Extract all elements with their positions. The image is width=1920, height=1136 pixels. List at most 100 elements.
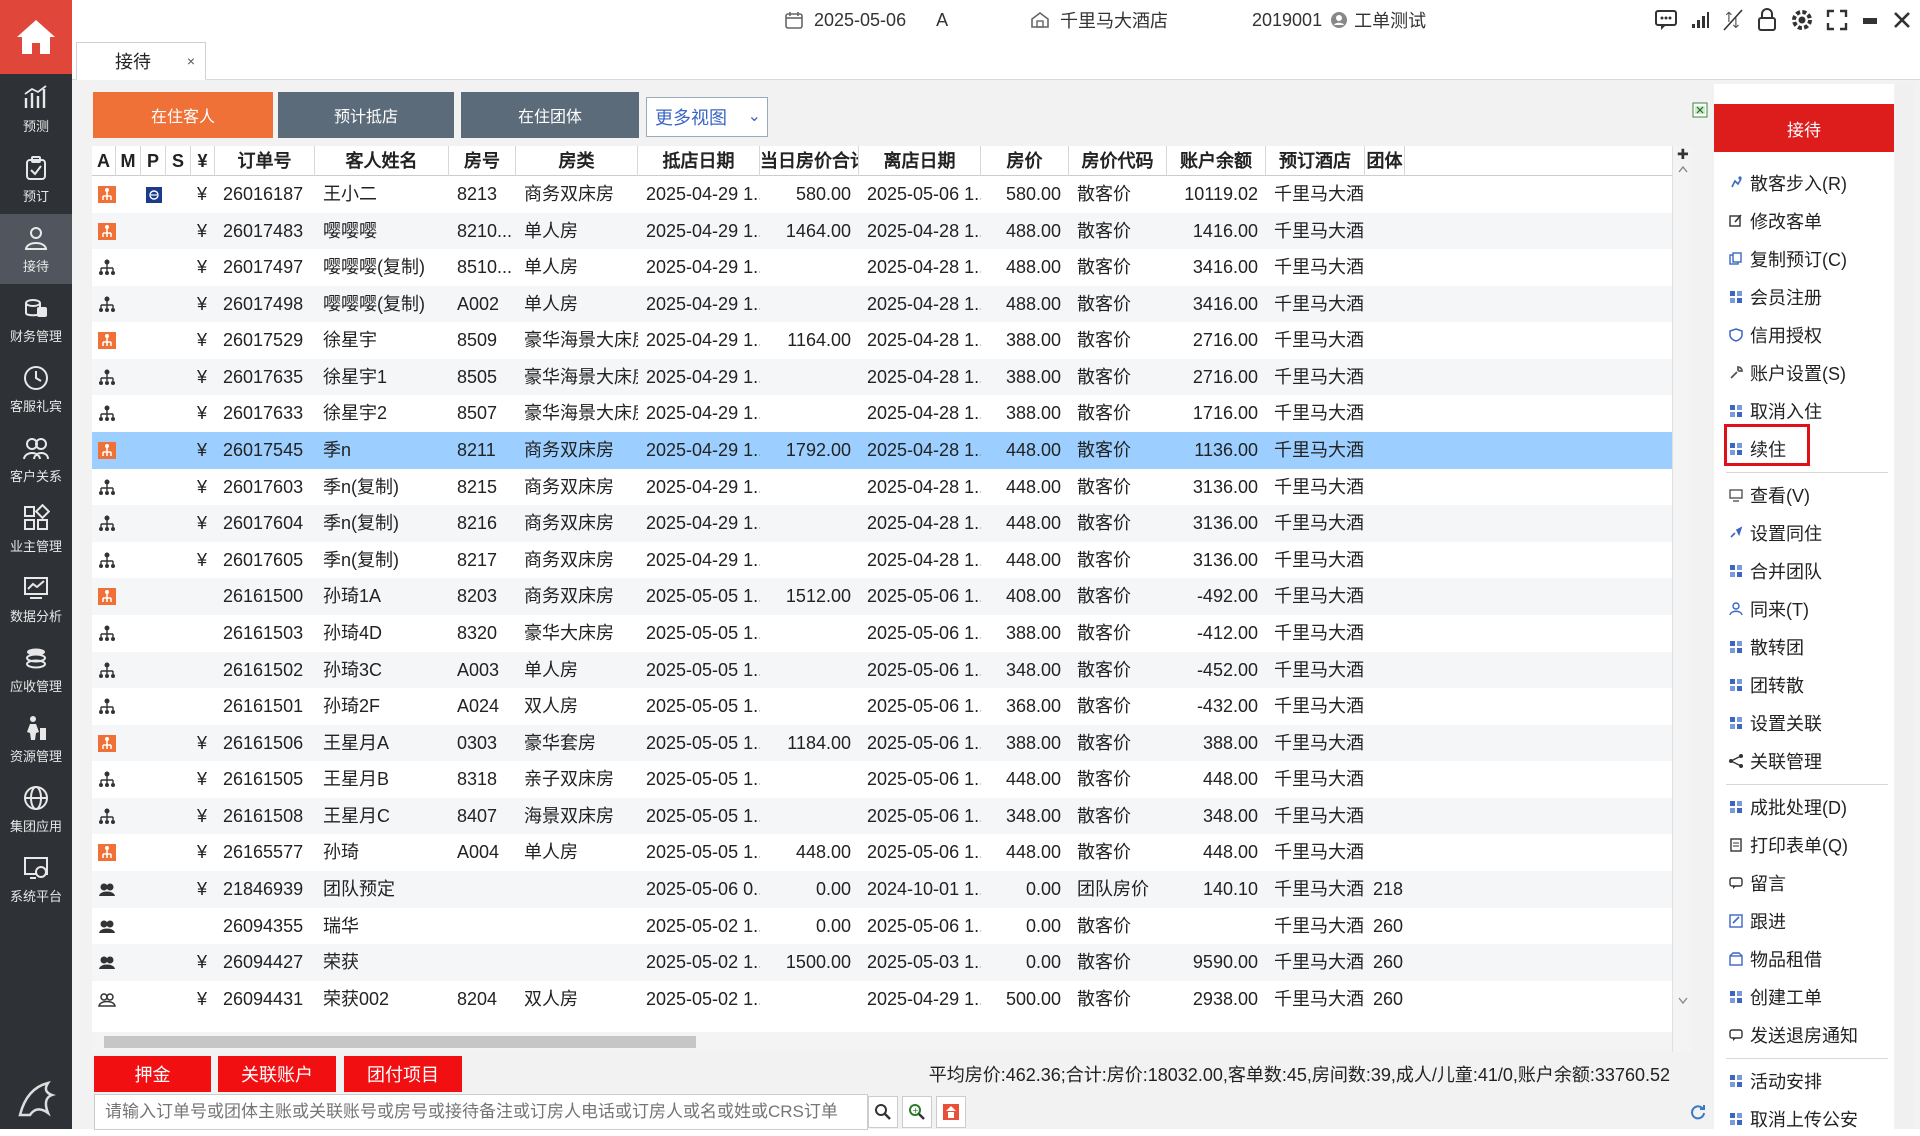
menu-item-15[interactable]: 设置关联 bbox=[1728, 706, 1822, 740]
user-info[interactable]: 2019001 工单测试 bbox=[1252, 0, 1426, 40]
table-row[interactable]: ¥26017483嘤嘤嘤8210...单人房2025-04-29 1...146… bbox=[92, 213, 1672, 250]
table-row[interactable]: ¥26017545季n8211商务双床房2025-04-29 1...1792.… bbox=[92, 432, 1672, 469]
menu-item-22[interactable]: 创建工单 bbox=[1728, 980, 1822, 1014]
menu-item-14[interactable]: 团转散 bbox=[1728, 668, 1804, 702]
table-row[interactable]: 26094355瑞华2025-05-02 1...0.002025-05-06 … bbox=[92, 908, 1672, 945]
table-row[interactable]: ¥26017604季n(复制)8216商务双床房2025-04-29 1...2… bbox=[92, 505, 1672, 542]
table-row[interactable]: ¥26017605季n(复制)8217商务双床房2025-04-29 1...2… bbox=[92, 542, 1672, 579]
menu-item-1[interactable]: 散客步入(R) bbox=[1728, 166, 1847, 200]
tab-close-icon[interactable]: × bbox=[187, 53, 195, 69]
column-header[interactable]: M bbox=[116, 146, 141, 176]
sidebar-item-forecast[interactable]: 预测 bbox=[0, 74, 72, 144]
more-views-select[interactable]: 更多视图 ⌄ bbox=[646, 97, 768, 137]
column-header[interactable]: A bbox=[92, 146, 116, 176]
table-row[interactable]: ¥26016187王小二8213商务双床房2025-04-29 1...580.… bbox=[92, 176, 1672, 213]
hotel-name[interactable]: 千里马大酒店 bbox=[1030, 0, 1168, 40]
table-row[interactable]: 26161500孙琦1A8203商务双床房2025-05-05 1...1512… bbox=[92, 578, 1672, 615]
menu-item-24[interactable]: 活动安排 bbox=[1728, 1064, 1822, 1098]
column-header[interactable]: 房价 bbox=[981, 146, 1069, 176]
lock-icon[interactable] bbox=[1756, 8, 1778, 32]
table-row[interactable]: ¥26161508王星月C8407海景双床房2025-05-05 1...202… bbox=[92, 798, 1672, 835]
sidebar-item-crm[interactable]: 客户关系 bbox=[0, 424, 72, 494]
column-header[interactable]: 房类 bbox=[516, 146, 638, 176]
table-row[interactable]: ¥26165577孙琦A004单人房2025-05-05 1...448.002… bbox=[92, 834, 1672, 871]
sidebar-item-receivable[interactable]: 应收管理 bbox=[0, 634, 72, 704]
table-row[interactable]: ¥21846939团队预定2025-05-06 0...0.002024-10-… bbox=[92, 871, 1672, 908]
refresh-icon[interactable] bbox=[1690, 1104, 1706, 1120]
network-icon[interactable]: ↑↓ bbox=[1722, 8, 1744, 32]
table-row[interactable]: ¥26017529徐星宇8509豪华海景大床房2025-04-29 1...11… bbox=[92, 322, 1672, 359]
menu-item-25[interactable]: 取消上传公安 bbox=[1728, 1102, 1858, 1136]
table-row[interactable]: ¥26017633徐星宇28507豪华海景大床房2025-04-29 1...2… bbox=[92, 395, 1672, 432]
column-header[interactable]: 客人姓名 bbox=[315, 146, 449, 176]
menu-item-19[interactable]: 留言 bbox=[1728, 866, 1786, 900]
menu-item-10[interactable]: 设置同住 bbox=[1728, 516, 1822, 550]
sidebar-item-group-app[interactable]: 集团应用 bbox=[0, 774, 72, 844]
home-button[interactable] bbox=[0, 0, 72, 74]
sidebar-item-owner[interactable]: 业主管理 bbox=[0, 494, 72, 564]
column-header[interactable]: 账户余额 bbox=[1167, 146, 1266, 176]
horizontal-scrollbar[interactable] bbox=[92, 1032, 1672, 1052]
menu-item-18[interactable]: 打印表单(Q) bbox=[1728, 828, 1848, 862]
table-row[interactable]: 26161501孙琦2FA024双人房2025-05-05 1...2025-0… bbox=[92, 688, 1672, 725]
menu-item-9[interactable]: 查看(V) bbox=[1728, 478, 1810, 512]
export-excel-icon[interactable] bbox=[1692, 102, 1708, 118]
menu-item-13[interactable]: 散转团 bbox=[1728, 630, 1804, 664]
table-row[interactable]: ¥26017498嘤嘤嘤(复制)A002单人房2025-04-29 1...20… bbox=[92, 286, 1672, 323]
sidebar-item-reserve[interactable]: 预订 bbox=[0, 144, 72, 214]
menu-item-3[interactable]: 复制预订(C) bbox=[1728, 242, 1847, 276]
deposit-button[interactable]: 押金 bbox=[94, 1056, 211, 1092]
menu-item-4[interactable]: 会员注册 bbox=[1728, 280, 1822, 314]
linked-account-button[interactable]: 关联账户 bbox=[218, 1056, 336, 1092]
column-header[interactable]: 房号 bbox=[449, 146, 516, 176]
group-pay-items-button[interactable]: 团付项目 bbox=[344, 1056, 462, 1092]
menu-item-12[interactable]: 同来(T) bbox=[1728, 592, 1809, 626]
sidebar-item-analysis[interactable]: 数据分析 bbox=[0, 564, 72, 634]
panel-scrollbar[interactable] bbox=[1896, 84, 1914, 1129]
table-row[interactable]: ¥26161506王星月A0303豪华套房2025-05-05 1...1184… bbox=[92, 725, 1672, 762]
column-header[interactable]: 订单号 bbox=[215, 146, 315, 176]
table-row[interactable]: ¥26017635徐星宇18505豪华海景大床房2025-04-29 1...2… bbox=[92, 359, 1672, 396]
table-row[interactable]: 26161502孙琦3CA003单人房2025-05-05 1...2025-0… bbox=[92, 652, 1672, 689]
table-row[interactable]: 26161503孙琦4D8320豪华大床房2025-05-05 1...2025… bbox=[92, 615, 1672, 652]
search-button[interactable] bbox=[868, 1096, 898, 1128]
menu-item-23[interactable]: 发送退房通知 bbox=[1728, 1018, 1858, 1052]
table-row[interactable]: ¥26094427荣获2025-05-02 1...1500.002025-05… bbox=[92, 944, 1672, 981]
add-column-icon[interactable]: ✚ bbox=[1673, 146, 1692, 162]
view-in-house-button[interactable]: 在住客人 bbox=[93, 92, 273, 138]
scrollbar-thumb[interactable] bbox=[104, 1036, 696, 1048]
column-header[interactable]: ¥ bbox=[191, 146, 215, 176]
menu-item-21[interactable]: 物品租借 bbox=[1728, 942, 1822, 976]
column-header[interactable]: S bbox=[166, 146, 191, 176]
menu-item-11[interactable]: 合并团队 bbox=[1728, 554, 1822, 588]
menu-item-20[interactable]: 跟进 bbox=[1728, 904, 1786, 938]
scroll-up-icon[interactable] bbox=[1677, 164, 1689, 174]
table-row[interactable]: ¥26161505王星月B8318亲子双床房2025-05-05 1...202… bbox=[92, 761, 1672, 798]
column-header[interactable]: 抵店日期 bbox=[638, 146, 760, 176]
menu-item-7[interactable]: 取消入住 bbox=[1728, 394, 1822, 428]
room-status-button[interactable] bbox=[936, 1096, 966, 1128]
scroll-down-icon[interactable] bbox=[1677, 996, 1689, 1006]
column-header[interactable]: 离店日期 bbox=[859, 146, 981, 176]
column-header[interactable]: 团体 bbox=[1365, 146, 1405, 176]
minimize-icon[interactable] bbox=[1860, 10, 1880, 30]
menu-item-17[interactable]: 成批处理(D) bbox=[1728, 790, 1847, 824]
table-row[interactable]: ¥26017497嘤嘤嘤(复制)8510...单人房2025-04-29 1..… bbox=[92, 249, 1672, 286]
table-row[interactable]: ¥26017603季n(复制)8215商务双床房2025-04-29 1...2… bbox=[92, 469, 1672, 506]
close-window-icon[interactable] bbox=[1892, 10, 1912, 30]
column-header[interactable]: 房价代码 bbox=[1069, 146, 1167, 176]
fullscreen-icon[interactable] bbox=[1826, 9, 1848, 31]
sidebar-item-resource[interactable]: 资源管理 bbox=[0, 704, 72, 774]
sidebar-item-guest-service[interactable]: 客服礼宾 bbox=[0, 354, 72, 424]
column-header[interactable]: 预订酒店 bbox=[1266, 146, 1365, 176]
menu-item-2[interactable]: 修改客单 bbox=[1728, 204, 1822, 238]
sidebar-item-reception[interactable]: 接待 bbox=[0, 214, 72, 284]
advanced-search-button[interactable]: + bbox=[902, 1096, 932, 1128]
table-row[interactable]: ¥26094431荣获0028204双人房2025-05-02 1...2025… bbox=[92, 981, 1672, 1010]
tab-reception[interactable]: 接待 × bbox=[76, 42, 206, 80]
column-header[interactable]: 当日房价合计 bbox=[760, 146, 859, 176]
column-header[interactable]: P bbox=[141, 146, 166, 176]
settings-gear-icon[interactable] bbox=[1790, 8, 1814, 32]
message-icon[interactable] bbox=[1654, 9, 1678, 31]
sidebar-item-finance[interactable]: 财务管理 bbox=[0, 284, 72, 354]
